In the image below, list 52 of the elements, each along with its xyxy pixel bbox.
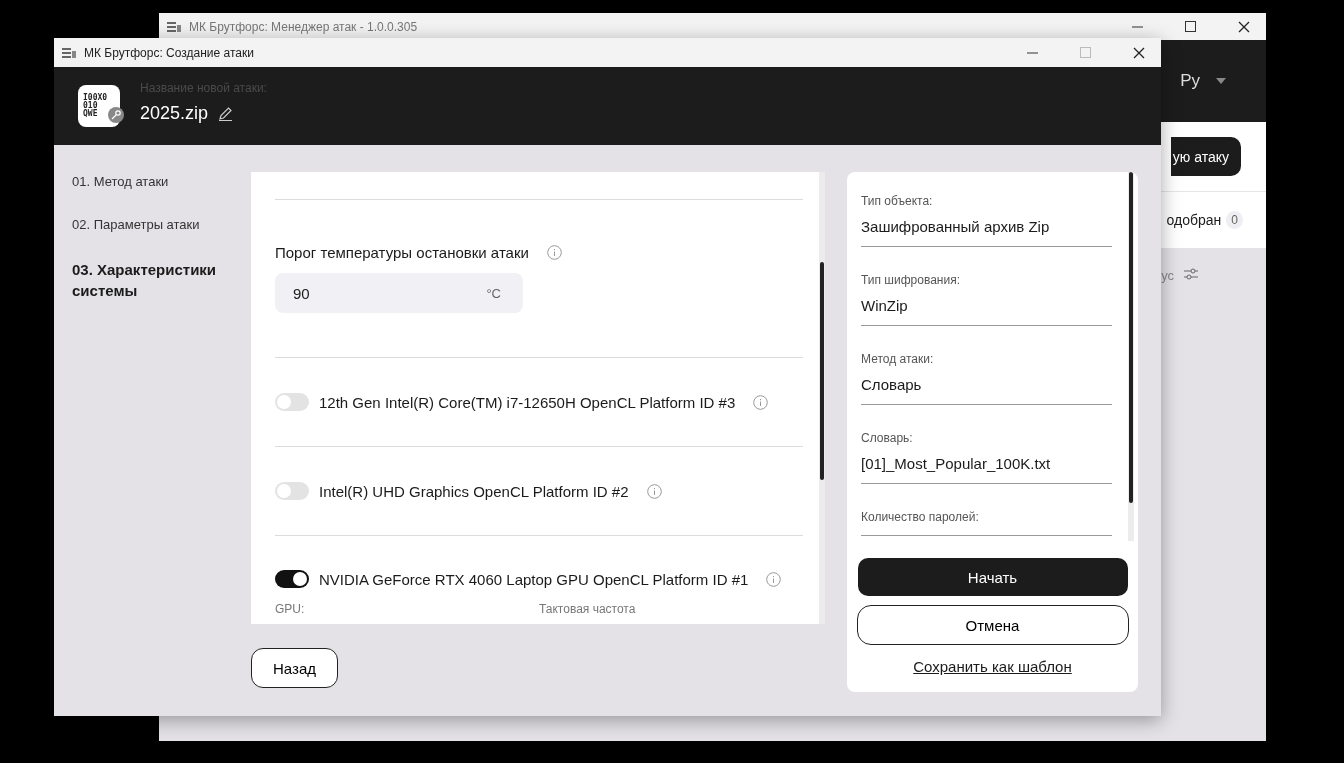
close-icon[interactable]	[1132, 46, 1145, 59]
summary-value: WinZip	[861, 297, 909, 314]
summary-value: Словарь	[861, 376, 923, 393]
save-template-link[interactable]: Сохранить как шаблон	[913, 658, 1072, 675]
summary-label: Тип шифрования:	[861, 273, 961, 287]
count-badge: 0	[1226, 211, 1243, 229]
cancel-button[interactable]: Отмена	[856, 605, 1129, 645]
app-icon	[167, 20, 181, 33]
device-toggle[interactable]	[275, 570, 309, 588]
back-button[interactable]: Назад	[251, 648, 338, 688]
info-icon[interactable]	[646, 483, 662, 499]
summary-label: Тип объекта:	[861, 194, 934, 208]
pencil-icon[interactable]	[218, 105, 234, 121]
detail-label: GPU:	[275, 602, 306, 616]
new-attack-button[interactable]: ую атаку	[1170, 137, 1241, 176]
summary-label: Количество паролей:	[861, 510, 980, 524]
summary-label: Словарь:	[861, 431, 914, 445]
step-item[interactable]: 01. Метод атаки	[72, 173, 242, 192]
tab[interactable]: одобран	[1166, 212, 1222, 228]
logo-text: QWE	[83, 110, 99, 118]
info-icon[interactable]	[753, 394, 769, 410]
temperature-field[interactable]: 90 °C	[275, 273, 523, 313]
device-toggle[interactable]	[275, 393, 309, 411]
device-name: 12th Gen Intel(R) Core(TM) i7-12650H OpenCL Platform ID #3	[319, 393, 736, 411]
filter-icon[interactable]	[1184, 268, 1198, 280]
info-icon[interactable]	[546, 245, 562, 260]
device-name: Intel(R) UHD Graphics OpenCL Platform ID #2	[319, 482, 629, 500]
device-toggle[interactable]	[275, 482, 309, 500]
summary-value: [01]_Most_Popular_100K.txt	[861, 455, 1052, 472]
scrollbar[interactable]	[1128, 172, 1134, 541]
start-button[interactable]: Начать	[857, 558, 1128, 596]
close-icon[interactable]	[1237, 20, 1250, 33]
summary-value: Зашифрованный архив Zip	[861, 218, 1051, 235]
info-icon[interactable]	[766, 571, 782, 587]
scrollbar[interactable]	[819, 172, 825, 624]
logo-text: I00X0	[83, 94, 109, 102]
logo-text: 010	[83, 102, 98, 110]
window-title: МК Брутфорс: Создание атаки	[84, 45, 255, 60]
minimize-icon[interactable]	[1027, 51, 1038, 54]
minimize-icon[interactable]	[1132, 25, 1143, 28]
field-label: Порог температуры остановки атаки	[275, 244, 529, 261]
app-icon	[62, 46, 76, 59]
step-item[interactable]: 02. Параметры атаки	[72, 216, 242, 235]
step-item[interactable]: 03. Характеристики системы	[72, 259, 242, 302]
language-select[interactable]: Ру	[1180, 71, 1200, 91]
device-name: NVIDIA GeForce RTX 4060 Laptop GPU OpenCL Platform ID #1	[319, 570, 749, 588]
window-title: МК Брутфорс: Менеджер атак - 1.0.0.305	[189, 19, 419, 34]
summary-label: Метод атаки:	[861, 352, 935, 366]
attack-name: 2025.zip	[140, 102, 209, 124]
column-label: ус	[1161, 268, 1174, 283]
caret-icon[interactable]	[1216, 78, 1226, 84]
detail-label: Тактовая частота	[539, 602, 637, 616]
